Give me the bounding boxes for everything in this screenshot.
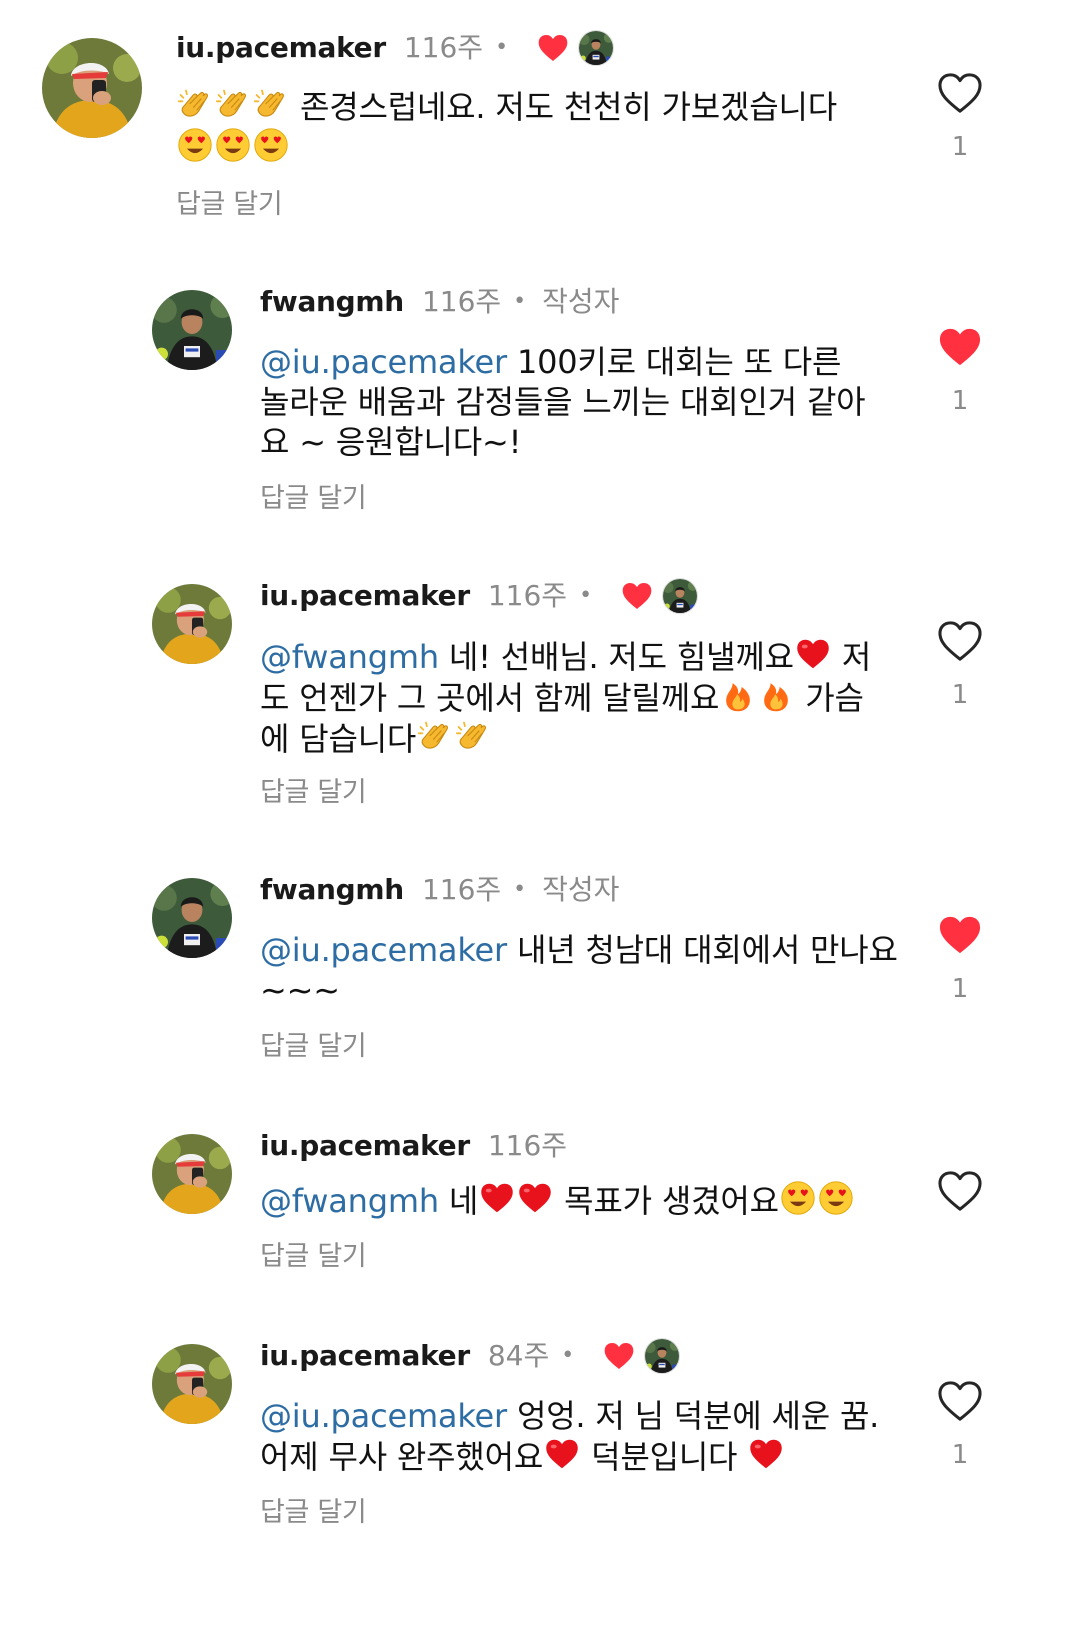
like-column: 1 bbox=[930, 1380, 990, 1470]
avatar[interactable] bbox=[152, 584, 232, 664]
heart-filled-icon bbox=[620, 581, 654, 611]
timestamp: 116주 bbox=[487, 1129, 568, 1162]
heart-outline-icon[interactable] bbox=[930, 72, 990, 114]
reply-link[interactable]: 답글 달기 bbox=[260, 1234, 367, 1273]
mention-link[interactable]: @fwangmh bbox=[260, 1182, 439, 1220]
mention-link[interactable]: @iu.pacemaker bbox=[260, 343, 507, 381]
clap-emoji bbox=[417, 718, 453, 754]
heart-outline-icon[interactable] bbox=[930, 1170, 990, 1212]
comment-body-a: 네 bbox=[448, 1182, 479, 1220]
mention-link[interactable]: @fwangmh bbox=[260, 638, 439, 676]
heart-eyes-emoji bbox=[177, 127, 213, 163]
timestamp: 116주 bbox=[421, 873, 502, 906]
comment-text: @iu.pacemaker 엉엉. 저 님 덕분에 세운 꿈. 어제 무사 완주… bbox=[260, 1396, 880, 1477]
comment-body-b: 덕분입니다 bbox=[591, 1438, 738, 1476]
dot-separator: • bbox=[579, 583, 593, 608]
clap-emoji bbox=[455, 718, 491, 754]
comment-text: @iu.pacemaker 100키로 대회는 또 다른 놀라운 배움과 감정들… bbox=[260, 342, 880, 462]
heart-outline-icon[interactable] bbox=[930, 1380, 990, 1422]
dot-separator: • bbox=[495, 35, 509, 60]
heart-filled-icon bbox=[536, 33, 570, 63]
reply-link[interactable]: 답글 달기 bbox=[260, 1024, 367, 1063]
like-column: 1 bbox=[930, 914, 990, 1004]
heart-eyes-emoji bbox=[215, 127, 251, 163]
timestamp: 116주 bbox=[421, 285, 502, 318]
clap-emoji bbox=[253, 86, 289, 122]
author-avatar-mini bbox=[662, 578, 699, 614]
comment-body: 존경스럽네요. 저도 천천히 가보겠습니다 bbox=[299, 88, 837, 126]
red-heart-emoji bbox=[544, 1436, 580, 1472]
author-badge: 작성자 bbox=[542, 285, 620, 318]
like-count: 1 bbox=[951, 132, 969, 162]
avatar[interactable] bbox=[152, 878, 232, 958]
comment-meta: fwangmh 116주 • 작성자 bbox=[260, 872, 619, 908]
reply-link[interactable]: 답글 달기 bbox=[260, 476, 367, 515]
comment-meta: iu.pacemaker 84주 • bbox=[260, 1338, 681, 1374]
username[interactable]: iu.pacemaker bbox=[260, 1338, 470, 1374]
username[interactable]: iu.pacemaker bbox=[260, 578, 470, 614]
like-column: 1 bbox=[930, 72, 990, 162]
red-heart-emoji bbox=[795, 636, 831, 672]
avatar[interactable] bbox=[152, 290, 232, 370]
username[interactable]: fwangmh bbox=[260, 284, 404, 320]
timestamp: 116주 bbox=[403, 31, 484, 64]
reply-link[interactable]: 답글 달기 bbox=[176, 182, 283, 221]
red-heart-emoji bbox=[748, 1436, 784, 1472]
like-count: 1 bbox=[951, 680, 969, 710]
author-avatar-mini bbox=[578, 30, 615, 66]
heart-filled-icon bbox=[602, 1341, 636, 1371]
comment-body-b: 목표가 생겼어요 bbox=[564, 1182, 779, 1220]
red-heart-emoji bbox=[479, 1180, 515, 1216]
author-badge: 작성자 bbox=[542, 873, 620, 906]
like-column: 1 bbox=[930, 620, 990, 710]
mention-link[interactable]: @iu.pacemaker bbox=[260, 931, 507, 969]
author-avatar-mini bbox=[644, 1338, 681, 1374]
like-count: 1 bbox=[951, 1440, 969, 1470]
fire-emoji bbox=[720, 677, 756, 713]
like-column bbox=[930, 1170, 990, 1212]
mention-link[interactable]: @iu.pacemaker bbox=[260, 1397, 507, 1435]
dot-separator: • bbox=[513, 877, 527, 902]
like-count: 1 bbox=[951, 386, 969, 416]
timestamp: 84주 bbox=[487, 1339, 550, 1372]
comment-meta: fwangmh 116주 • 작성자 bbox=[260, 284, 619, 320]
timestamp: 116주 bbox=[487, 579, 568, 612]
reply-link[interactable]: 답글 달기 bbox=[260, 1490, 367, 1529]
clap-emoji bbox=[215, 86, 251, 122]
like-count: 1 bbox=[951, 974, 969, 1004]
username[interactable]: fwangmh bbox=[260, 872, 404, 908]
dot-separator: • bbox=[561, 1343, 575, 1368]
comment-text: @fwangmh 네! 선배님. 저도 힘낼께요 저도 언젠가 그 곳에서 함께… bbox=[260, 636, 880, 759]
avatar[interactable] bbox=[152, 1344, 232, 1424]
comment-text: @fwangmh 네 목표가 생겼어요 bbox=[260, 1180, 900, 1221]
liked-by-author bbox=[602, 1338, 681, 1374]
heart-eyes-emoji bbox=[780, 1180, 816, 1216]
comment-meta: iu.pacemaker 116주 • bbox=[176, 30, 615, 66]
heart-eyes-emoji bbox=[818, 1180, 854, 1216]
reply-link[interactable]: 답글 달기 bbox=[260, 770, 367, 809]
comment-text: @iu.pacemaker 내년 청남대 대회에서 만나요 ~~~ bbox=[260, 930, 900, 1010]
liked-by-author bbox=[536, 30, 615, 66]
liked-by-author bbox=[620, 578, 699, 614]
fire-emoji bbox=[758, 677, 794, 713]
avatar[interactable] bbox=[42, 38, 142, 138]
heart-filled-icon[interactable] bbox=[930, 914, 990, 956]
heart-filled-icon[interactable] bbox=[930, 326, 990, 368]
comment-text: 존경스럽네요. 저도 천천히 가보겠습니다 bbox=[176, 86, 896, 168]
comment-body-a: 네! 선배님. 저도 힘낼께요 bbox=[448, 638, 794, 676]
username[interactable]: iu.pacemaker bbox=[260, 1128, 470, 1164]
comment-meta: iu.pacemaker 116주 bbox=[260, 1128, 567, 1164]
like-column: 1 bbox=[930, 326, 990, 416]
comment-meta: iu.pacemaker 116주 • bbox=[260, 578, 699, 614]
heart-outline-icon[interactable] bbox=[930, 620, 990, 662]
avatar[interactable] bbox=[152, 1134, 232, 1214]
clap-emoji bbox=[177, 86, 213, 122]
dot-separator: • bbox=[513, 289, 527, 314]
heart-eyes-emoji bbox=[253, 127, 289, 163]
red-heart-emoji bbox=[517, 1180, 553, 1216]
username[interactable]: iu.pacemaker bbox=[176, 30, 386, 66]
